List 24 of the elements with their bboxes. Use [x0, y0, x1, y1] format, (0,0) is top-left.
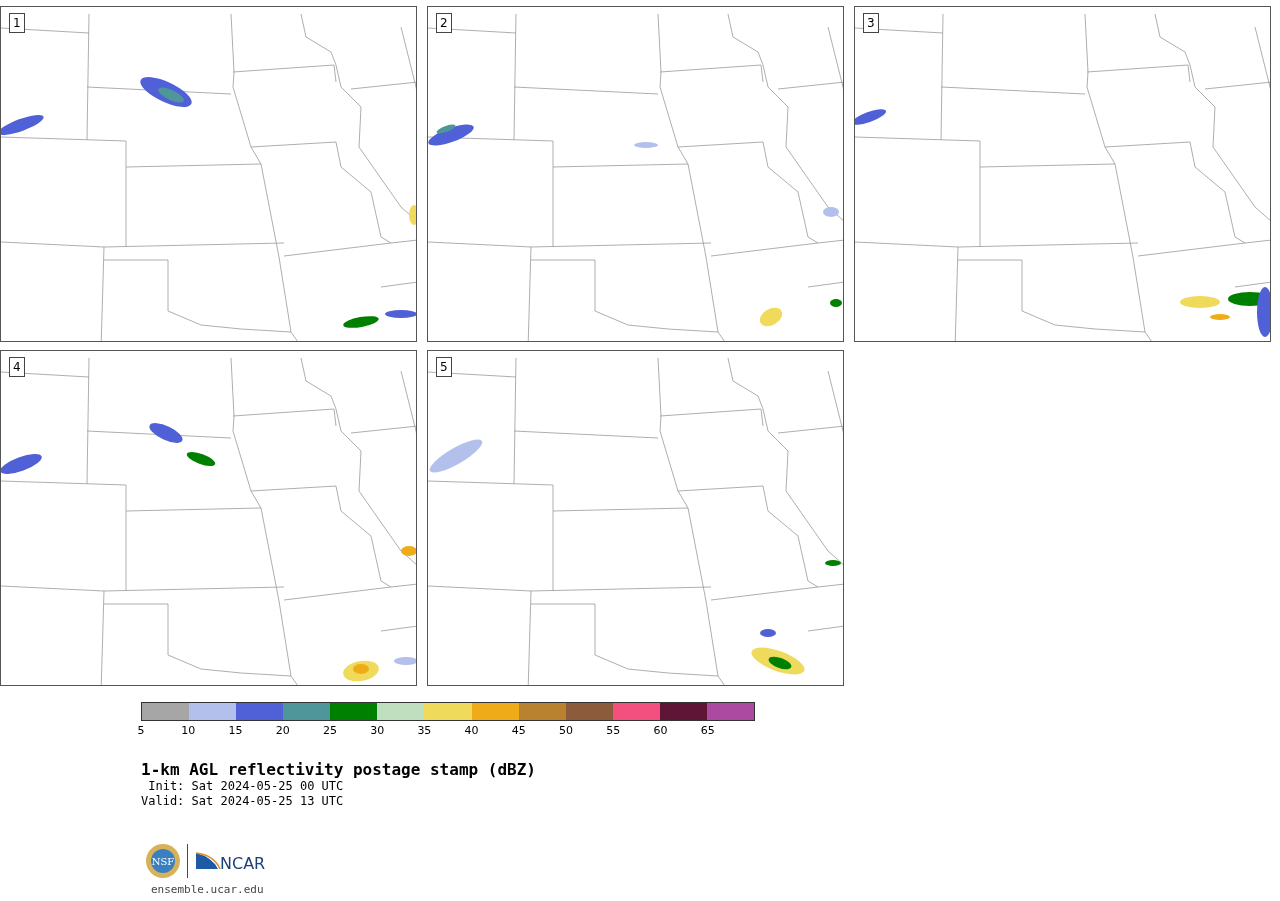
ncar-logo: NCAR	[194, 849, 268, 873]
site-link[interactable]: ensemble.ucar.edu	[151, 883, 1280, 896]
tick-label: 55	[606, 725, 621, 737]
tick-label: 60	[653, 725, 668, 737]
init-time: Init: Sat 2024-05-25 00 UTC	[147, 779, 345, 794]
tick-label: 45	[511, 725, 526, 737]
tick-label: 65	[700, 725, 715, 737]
tick-label: 50	[559, 725, 574, 737]
tick-label: 15	[228, 725, 243, 737]
tick-label: 35	[417, 725, 432, 737]
tick-label: 20	[275, 725, 290, 737]
tick-label: 40	[464, 725, 479, 737]
panel-number: 4	[9, 357, 25, 377]
tick-label: 30	[370, 725, 385, 737]
panel-number: 2	[436, 13, 452, 33]
valid-time: Valid: Sat 2024-05-25 13 UTC	[141, 794, 345, 809]
tick-label: 5	[137, 725, 145, 737]
seal-logo: NSF	[145, 843, 181, 879]
panel-number: 5	[436, 357, 452, 377]
tick-label: 10	[181, 725, 196, 737]
panel-number: 3	[863, 13, 879, 33]
chart-title: 1-km AGL reflectivity postage stamp (dBZ)	[141, 761, 537, 779]
panel-number: 1	[9, 13, 25, 33]
tick-label: 25	[322, 725, 337, 737]
